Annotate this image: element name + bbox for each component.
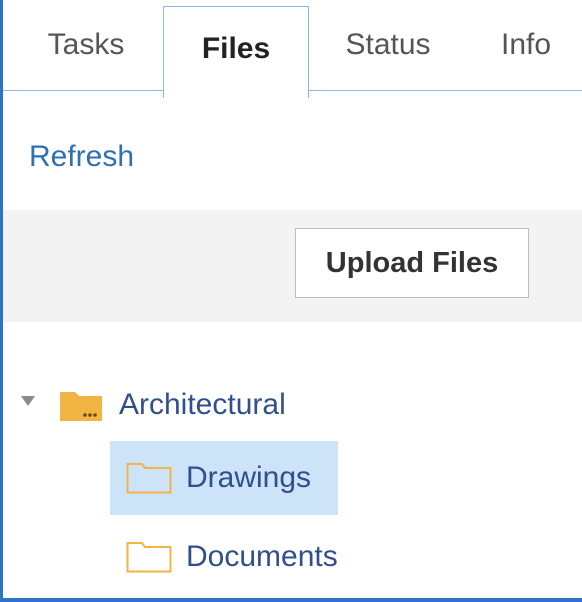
folder-outline-icon [126,542,172,573]
tab-status[interactable]: Status [321,0,455,90]
files-panel: Tasks Files Status Info Refresh Upload F… [0,0,582,602]
tree-item-drawings[interactable]: Drawings [110,441,338,515]
files-toolbar: Upload Files [3,210,582,322]
tab-info[interactable]: Info [465,0,582,90]
tab-bar: Tasks Files Status Info [3,0,582,98]
upload-files-button[interactable]: Upload Files [295,228,529,298]
tree-item-label: Architectural [119,388,286,421]
refresh-link[interactable]: Refresh [29,140,134,174]
tree-item-architectural[interactable]: Architectural [21,378,286,432]
folder-outline-icon [126,463,172,494]
expanded-triangle-icon[interactable] [21,396,35,406]
tab-files[interactable]: Files [163,6,309,98]
tree-item-label: Documents [186,540,338,573]
tab-tasks[interactable]: Tasks [21,0,151,90]
tree-item-label: Drawings [186,461,312,494]
folder-filled-icon [60,392,102,421]
tree-item-documents[interactable]: Documents [110,528,338,586]
